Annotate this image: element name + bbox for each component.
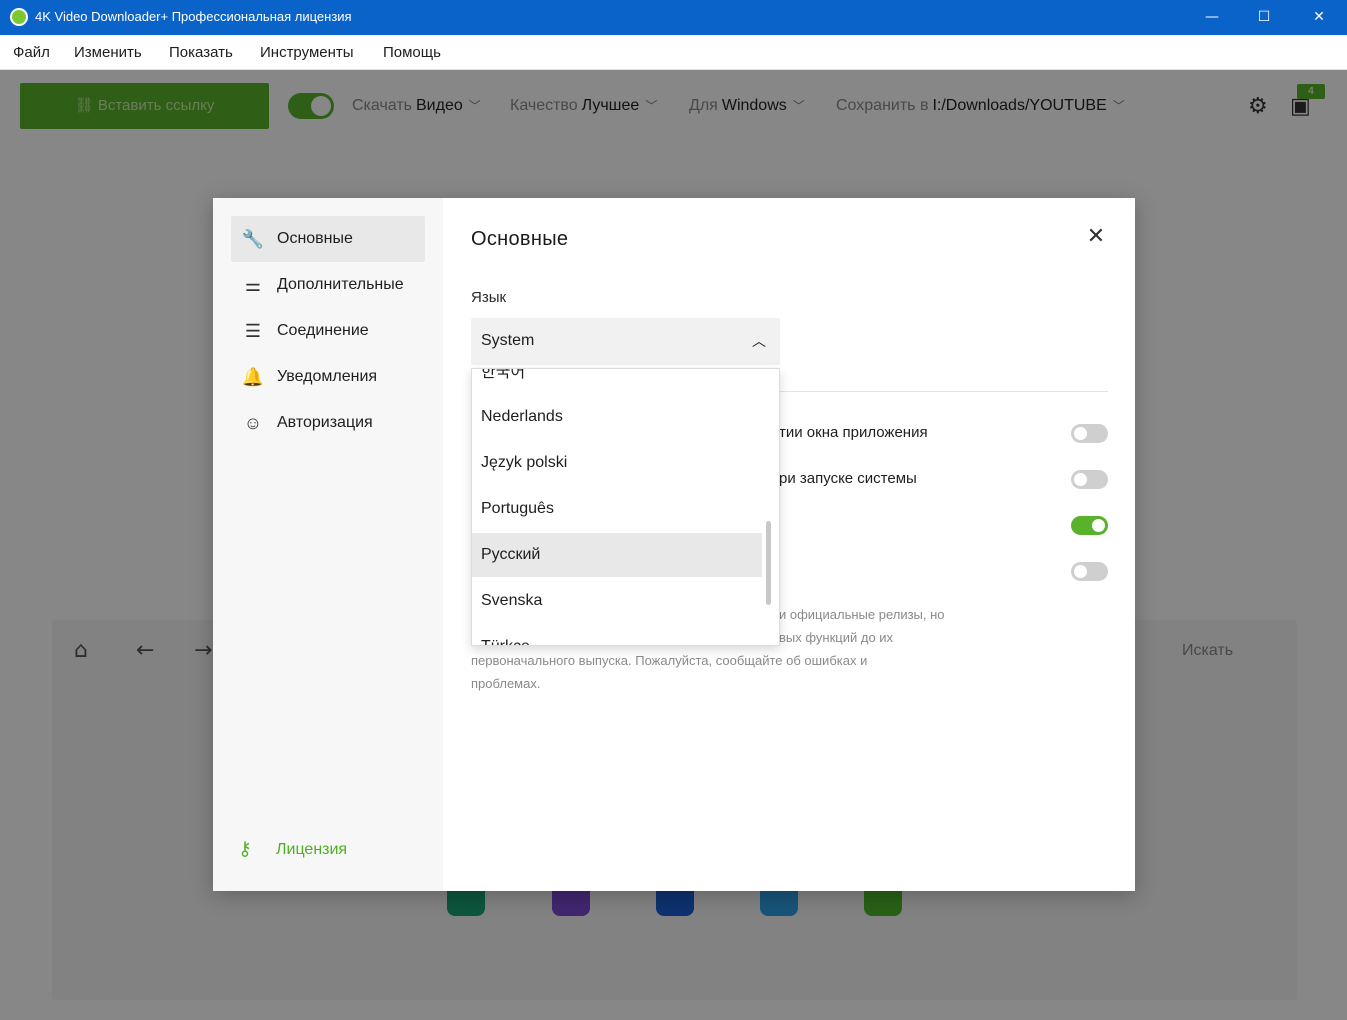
sidebar-item-authorization[interactable]: ☺ Авторизация	[231, 400, 425, 446]
user-circle-icon: ☺	[243, 412, 263, 433]
option-toggle-beta[interactable]	[1071, 562, 1108, 581]
server-icon: ☰	[244, 320, 262, 341]
menu-view[interactable]: Показать	[169, 44, 233, 61]
window-title: 4K Video Downloader+ Профессиональная ли…	[35, 9, 352, 24]
chevron-up-icon: ︿	[752, 334, 766, 350]
close-dialog-button[interactable]: ✕	[1081, 224, 1111, 249]
wrench-icon: 🔧	[241, 228, 265, 249]
menu-file[interactable]: Файл	[13, 44, 50, 61]
sliders-icon: ⚌	[244, 274, 262, 295]
language-label: Язык	[471, 289, 507, 306]
dropdown-scrollbar[interactable]	[766, 521, 771, 605]
language-option-swedish[interactable]: Svenska	[472, 579, 762, 623]
option-toggle-3[interactable]	[1071, 516, 1108, 535]
language-option-russian[interactable]: Русский	[472, 533, 762, 577]
option-toggle-autostart[interactable]	[1071, 470, 1108, 489]
close-window-button[interactable]: ✕	[1292, 0, 1346, 35]
sidebar-item-notifications[interactable]: 🔔 Уведомления	[231, 354, 425, 400]
minimize-button[interactable]: —	[1185, 0, 1239, 35]
settings-sidebar: 🔧 Основные ⚌ Дополнительные ☰ Соединение…	[213, 198, 443, 891]
language-option-turkish[interactable]: Türkçe	[472, 625, 762, 645]
maximize-button[interactable]: ☐	[1237, 0, 1291, 35]
menu-tools[interactable]: Инструменты	[260, 44, 354, 61]
menu-help[interactable]: Помощь	[383, 44, 441, 61]
language-option-dutch[interactable]: Nederlands	[472, 395, 762, 439]
option-toggle-minimize[interactable]	[1071, 424, 1108, 443]
app-logo-icon	[10, 8, 28, 26]
sidebar-item-connection[interactable]: ☰ Соединение	[231, 308, 425, 354]
menu-edit[interactable]: Изменить	[74, 44, 142, 61]
title-bar: 4K Video Downloader+ Профессиональная ли…	[0, 0, 1347, 35]
menu-bar: Файл Изменить Показать Инструменты Помощ…	[0, 35, 1347, 70]
bell-icon: 🔔	[241, 366, 265, 387]
language-select[interactable]: System ︿	[471, 318, 780, 365]
settings-dialog: 🔧 Основные ⚌ Дополнительные ☰ Соединение…	[213, 198, 1135, 891]
sidebar-item-license[interactable]: ⚷ Лицензия	[238, 838, 347, 861]
key-icon: ⚷	[238, 839, 252, 860]
language-option-korean[interactable]: 한국어	[472, 369, 762, 395]
language-dropdown-list[interactable]: 한국어 Nederlands Język polski Português Ру…	[471, 368, 780, 646]
language-option-portuguese[interactable]: Português	[472, 487, 762, 531]
dialog-title: Основные	[471, 228, 569, 250]
language-option-polish[interactable]: Język polski	[472, 441, 762, 485]
sidebar-item-advanced[interactable]: ⚌ Дополнительные	[231, 262, 425, 308]
sidebar-item-general[interactable]: 🔧 Основные	[231, 216, 425, 262]
